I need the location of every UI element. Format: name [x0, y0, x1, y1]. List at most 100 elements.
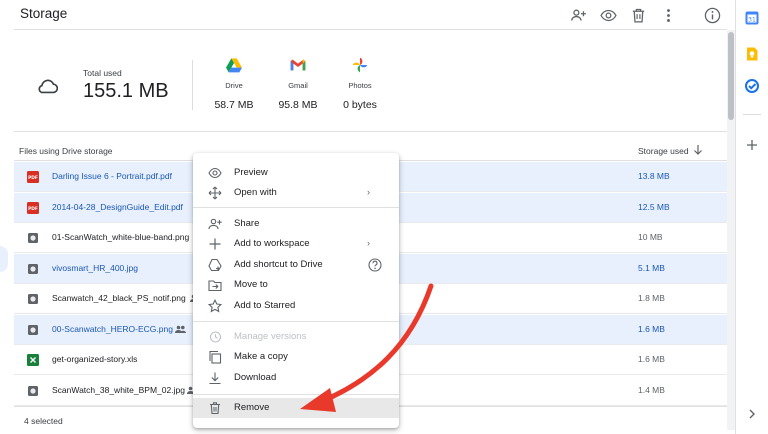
service-value: 0 bytes [343, 99, 377, 111]
menu-item-add-shortcut-to-drive[interactable]: Add shortcut to Drive [193, 255, 399, 275]
calendar-icon[interactable]: 31 [745, 11, 759, 25]
menu-item-add-to-starred[interactable]: Add to Starred [193, 296, 399, 316]
left-sidebar-edge [0, 0, 14, 434]
service-value: 95.8 MB [278, 99, 318, 111]
add-addon-icon[interactable] [745, 138, 759, 152]
file-size: 1.6 MB [638, 323, 665, 334]
file-size: 1.8 MB [638, 293, 665, 303]
google-photos-icon [352, 57, 368, 73]
menu-item-move-to[interactable]: Move to [193, 275, 399, 295]
total-used-value: 155.1 MB [83, 80, 169, 102]
share-person-add-icon[interactable] [568, 5, 588, 25]
preview-eye-icon [208, 167, 222, 179]
file-size: 12.5 MB [638, 201, 670, 212]
context-menu: Preview Open with › Share Add to workspace › A… [193, 153, 399, 428]
file-name: Scanwatch_42_black_PS_notif.png [52, 293, 186, 303]
menu-item-open-with[interactable]: Open with › [193, 183, 399, 203]
pdf-icon: PDF [27, 171, 39, 183]
side-panel-divider [743, 114, 761, 115]
history-icon [209, 331, 222, 343]
service-gmail: Gmail 95.8 MB [268, 57, 328, 111]
preview-eye-icon[interactable] [598, 5, 618, 25]
menu-item-label: Manage versions [234, 331, 307, 342]
gmail-icon [290, 59, 306, 71]
file-size: 10 MB [638, 232, 663, 242]
star-icon [208, 299, 222, 313]
page-title: Storage [20, 6, 68, 21]
image-icon [28, 324, 38, 335]
menu-item-make-a-copy[interactable]: Make a copy [193, 347, 399, 367]
svg-text:31: 31 [748, 17, 756, 24]
submenu-chevron-icon: › [367, 187, 370, 197]
file-name: vivosmart_HR_400.jpg [52, 262, 138, 273]
tasks-icon[interactable] [745, 79, 759, 93]
service-value: 58.7 MB [214, 99, 254, 111]
google-drive-icon [226, 58, 242, 73]
menu-item-label: Preview [234, 167, 268, 178]
menu-item-label: Remove [234, 402, 270, 413]
image-icon [28, 294, 38, 304]
image-icon [28, 233, 38, 243]
service-name: Gmail [288, 81, 308, 90]
menu-item-label: Add to workspace [234, 238, 310, 249]
keep-icon[interactable] [745, 47, 759, 61]
open-with-icon [208, 186, 222, 200]
sidebar-active-indicator [0, 246, 8, 272]
menu-item-preview[interactable]: Preview [193, 163, 399, 183]
file-name: get-organized-story.xls [52, 354, 138, 364]
right-side-panel: 31 [735, 0, 768, 434]
chevron-right-icon[interactable] [745, 407, 759, 421]
service-name: Drive [225, 81, 243, 90]
selected-count: 4 selected [24, 416, 63, 426]
add-shortcut-icon [208, 258, 222, 272]
menu-item-label: Download [234, 372, 277, 383]
download-icon [209, 372, 221, 385]
vertical-scrollbar[interactable] [727, 30, 735, 430]
menu-separator [193, 207, 399, 208]
image-icon [28, 263, 38, 274]
help-icon[interactable] [368, 258, 382, 272]
people-share-icon [175, 325, 186, 333]
top-bar: Storage [14, 0, 727, 30]
summary-divider [192, 60, 193, 110]
cloud-icon [38, 79, 58, 94]
menu-item-remove[interactable]: Remove [193, 398, 399, 418]
move-to-folder-icon [208, 280, 222, 292]
file-size: 1.6 MB [638, 354, 665, 364]
menu-item-share[interactable]: Share [193, 214, 399, 234]
file-size: 13.8 MB [638, 171, 670, 181]
menu-item-label: Add to Starred [234, 300, 296, 311]
file-name: 00-Scanwatch_HERO-ECG.png [52, 323, 173, 334]
service-drive: Drive 58.7 MB [204, 57, 264, 111]
trash-icon [210, 402, 220, 415]
info-icon[interactable] [702, 5, 722, 25]
svg-text:PDF: PDF [28, 206, 38, 212]
menu-item-label: Open with [234, 187, 277, 198]
file-size: 5.1 MB [638, 262, 665, 273]
sort-arrow-down-icon[interactable] [693, 144, 703, 156]
scrollbar-thumb[interactable] [728, 32, 734, 120]
submenu-chevron-icon: › [367, 238, 370, 248]
menu-separator [193, 321, 399, 322]
service-name: Photos [348, 81, 372, 90]
menu-separator [193, 394, 399, 395]
share-person-add-icon [208, 218, 222, 230]
file-name: 01-ScanWatch_white-blue-band.png [52, 232, 190, 242]
file-name: Darling Issue 6 - Portrait.pdf.pdf [52, 171, 173, 181]
file-name: ScanWatch_38_white_BPM_02.jpg [52, 384, 185, 395]
menu-item-download[interactable]: Download [193, 368, 399, 388]
trash-icon[interactable] [628, 5, 648, 25]
storage-summary: Total used 155.1 MB Drive 58.7 MB Gmail … [14, 30, 727, 132]
menu-item-label: Share [234, 218, 260, 229]
menu-item-add-to-workspace[interactable]: Add to workspace › [193, 234, 399, 254]
column-header-storage-used[interactable]: Storage used [638, 146, 689, 156]
image-icon [28, 385, 38, 396]
menu-item-label: Add shortcut to Drive [234, 259, 323, 270]
more-vert-icon[interactable] [658, 5, 678, 25]
menu-item-label: Make a copy [234, 351, 288, 362]
menu-item-label: Move to [234, 279, 268, 290]
menu-item-manage-versions: Manage versions [193, 327, 399, 347]
add-plus-icon [209, 238, 221, 250]
file-name: 2014-04-28_DesignGuide_Edit.pdf [52, 201, 183, 212]
svg-text:PDF: PDF [28, 175, 38, 181]
